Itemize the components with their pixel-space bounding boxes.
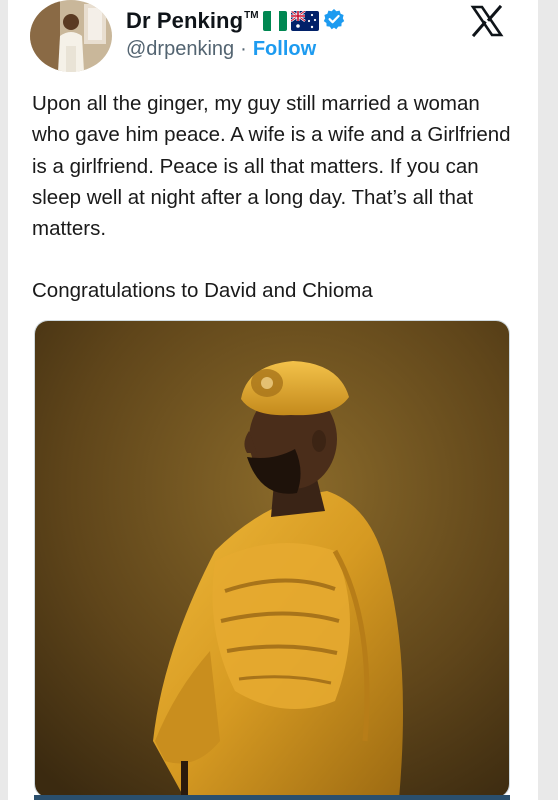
x-logo-icon[interactable]	[470, 4, 504, 38]
author-avatar[interactable]	[30, 0, 112, 72]
separator-dot: ·	[240, 38, 247, 60]
author-name-row: Dr Penking TM	[126, 6, 345, 36]
tweet-body: Upon all the ginger, my guy still marrie…	[32, 88, 517, 307]
tweet-paragraph: Congratulations to David and Chioma	[32, 279, 373, 303]
author-handle[interactable]: @drpenking	[126, 38, 234, 61]
australia-flag-icon	[290, 11, 319, 31]
tweet-card: Dr Penking TM @drpenking · Follow Upon a…	[8, 0, 538, 800]
tweet-paragraph: Upon all the ginger, my guy still marrie…	[32, 92, 517, 241]
follow-button[interactable]: Follow	[253, 38, 316, 61]
nigeria-flag-icon	[262, 11, 287, 31]
tweet-photo[interactable]	[34, 320, 510, 798]
author-display-name[interactable]: Dr Penking	[126, 8, 243, 34]
trademark-mark: TM	[244, 9, 259, 21]
author-handle-row: @drpenking · Follow	[126, 38, 316, 61]
verified-badge-icon	[323, 8, 345, 35]
media-bottom-bar	[34, 795, 510, 800]
